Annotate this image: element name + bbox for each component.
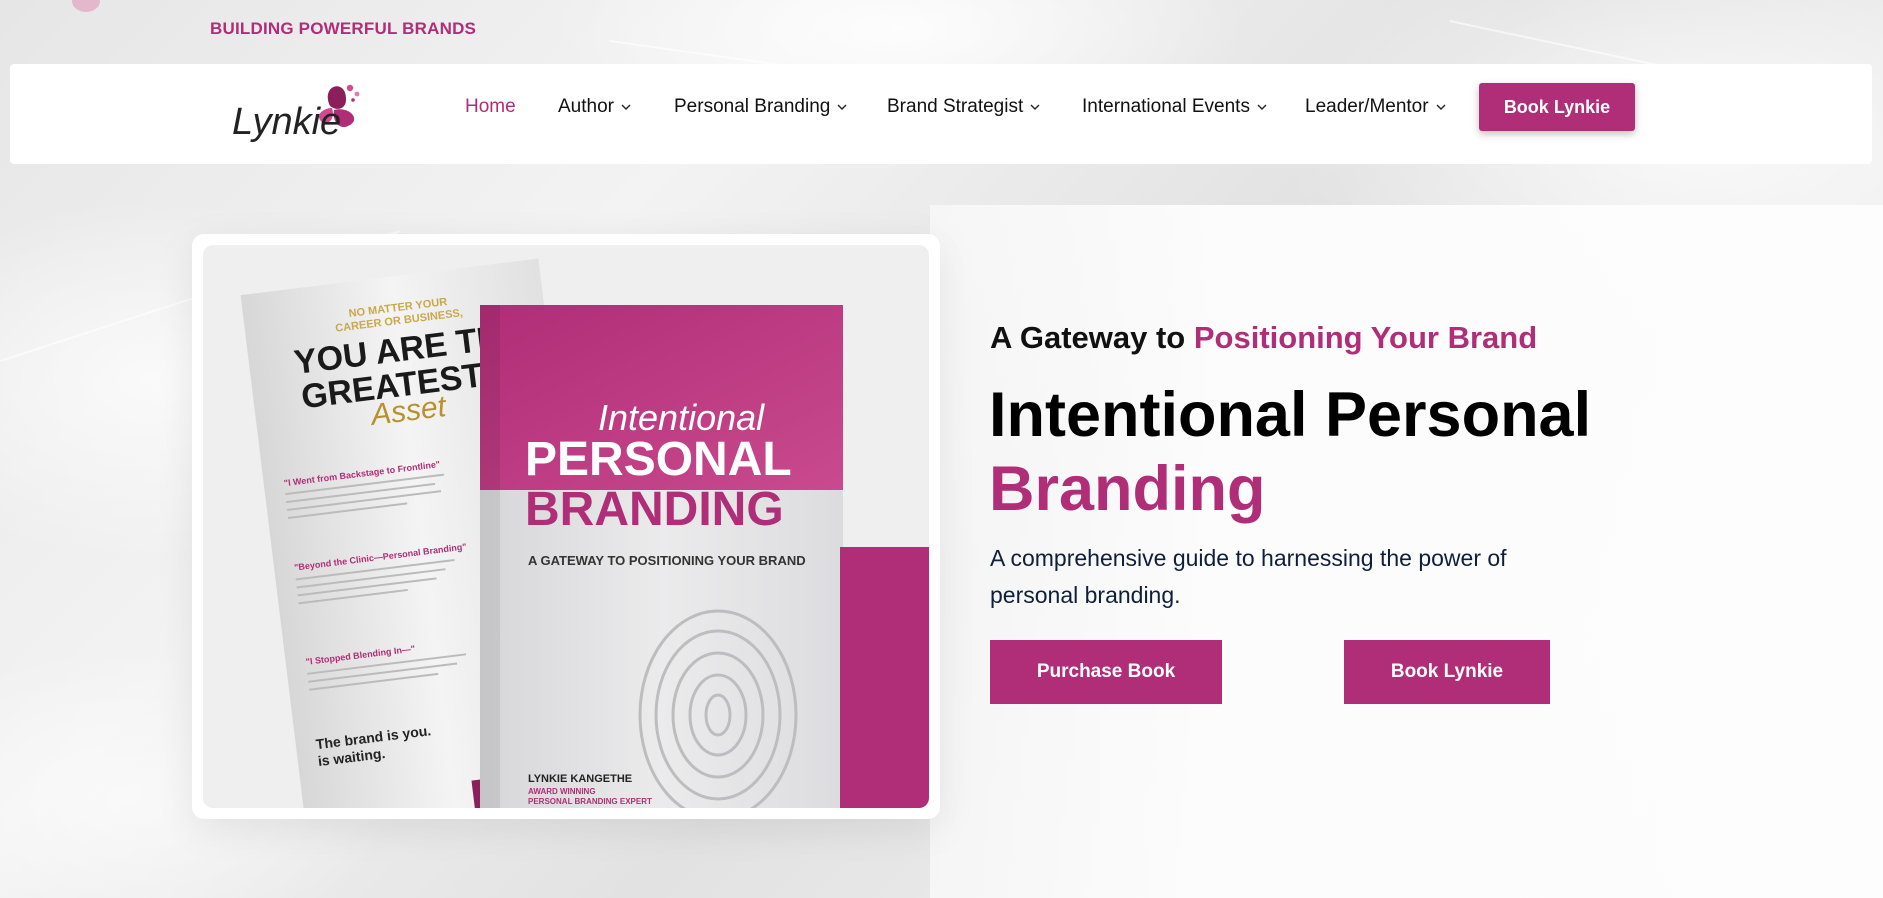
svg-text:PERSONAL BRANDING EXPERT: PERSONAL BRANDING EXPERT (528, 797, 652, 806)
chevron-down-icon (1436, 104, 1446, 110)
nav-item-label: Personal Branding (674, 96, 831, 117)
chevron-down-icon (1030, 104, 1040, 110)
purchase-book-button[interactable]: Purchase Book (990, 640, 1222, 704)
chevron-down-icon (621, 104, 631, 110)
front-cover: Intentional PERSONAL BRANDING A GATEWAY … (480, 305, 929, 808)
nav-item-brand-strategist[interactable]: Brand Strategist (887, 96, 1040, 118)
book-lynkie-nav-button[interactable]: Book Lynkie (1479, 83, 1635, 131)
logo-text: Lynkie (232, 101, 341, 143)
nav-item-author[interactable]: Author (558, 96, 631, 118)
nav-item-label: Author (558, 96, 614, 117)
hero-title-line2: Branding (989, 454, 1266, 524)
hero-subtitle: A Gateway to Positioning Your Brand (990, 320, 1537, 356)
chevron-down-icon (1257, 104, 1267, 110)
hero-description: A comprehensive guide to harnessing the … (990, 545, 1507, 608)
site-logo[interactable]: Lynkie (222, 76, 382, 160)
nav-item-label: Leader/Mentor (1305, 96, 1429, 117)
svg-text:BRANDING: BRANDING (525, 483, 784, 536)
svg-text:A GATEWAY TO POSITIONING YOUR: A GATEWAY TO POSITIONING YOUR BRAND (528, 553, 806, 568)
svg-text:LYNKIE KANGETHE: LYNKIE KANGETHE (528, 773, 632, 785)
nav-item-home[interactable]: Home (465, 96, 516, 118)
butterfly-icon: Lynkie (232, 84, 360, 143)
hero-title-line1: Intentional Personal (989, 380, 1592, 450)
svg-text:PERSONAL: PERSONAL (525, 433, 792, 486)
svg-text:Intentional: Intentional (598, 397, 765, 438)
nav-item-label: Home (465, 96, 516, 117)
nav-item-leader-mentor[interactable]: Leader/Mentor (1305, 96, 1446, 118)
book-lynkie-button[interactable]: Book Lynkie (1344, 640, 1550, 704)
hero-subtitle-prefix: A Gateway to (990, 320, 1194, 355)
nav-item-label: International Events (1082, 96, 1250, 117)
nav-item-label: Brand Strategist (887, 96, 1024, 117)
nav-item-personal-branding[interactable]: Personal Branding (674, 96, 847, 118)
svg-text:AWARD WINNING: AWARD WINNING (528, 787, 596, 796)
book-image: NO MATTER YOUR CAREER OR BUSINESS, YOU A… (203, 245, 929, 808)
hero-title: Intentional Personal Branding (989, 378, 1591, 526)
nav-item-international-events[interactable]: International Events (1082, 96, 1267, 118)
hero-subtitle-accent: Positioning Your Brand (1193, 320, 1538, 355)
chevron-down-icon (837, 104, 847, 110)
top-tagline: BUILDING POWERFUL BRANDS (210, 19, 477, 38)
